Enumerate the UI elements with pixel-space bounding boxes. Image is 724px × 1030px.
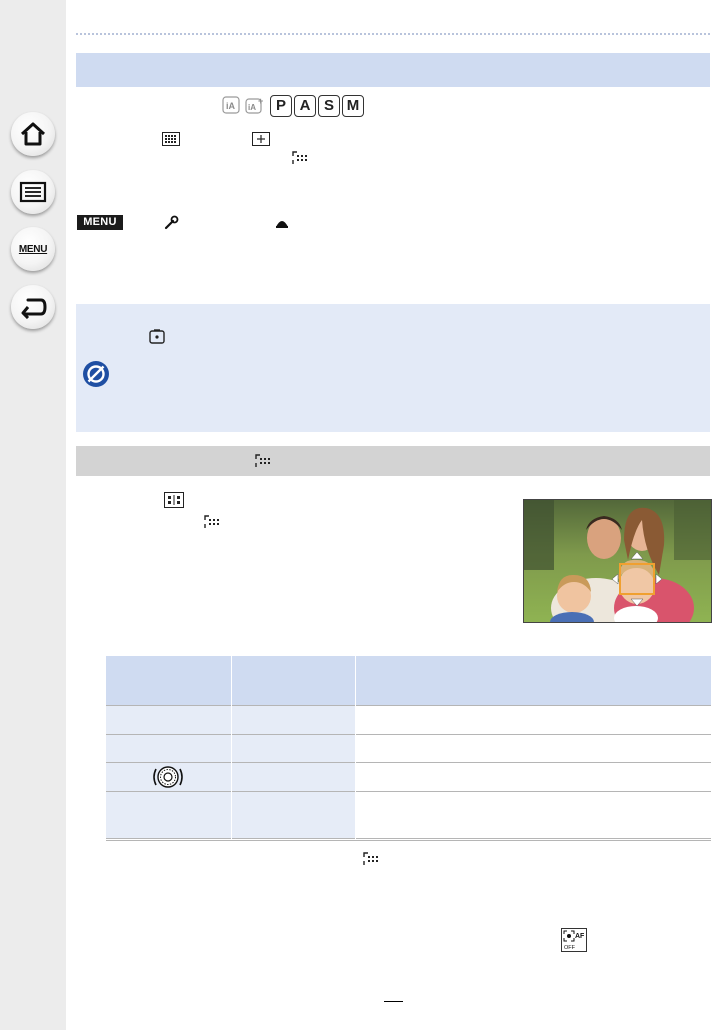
svg-text:iA: iA	[226, 101, 236, 111]
svg-text:OFF: OFF	[564, 945, 576, 951]
table-row	[106, 734, 711, 763]
subsection-bar	[76, 446, 710, 476]
not-available-icon	[83, 361, 109, 387]
mode-a-icon: A	[294, 95, 316, 117]
face-eye-detection-icon	[204, 515, 219, 528]
mode-m-icon: M	[342, 95, 364, 117]
table-header-cell	[231, 656, 357, 706]
table-cell	[231, 762, 357, 792]
table-cell	[355, 791, 711, 839]
operation-table	[106, 656, 711, 839]
top-rule	[76, 33, 710, 35]
face-eye-detection-icon	[363, 852, 378, 865]
back-icon	[21, 298, 47, 319]
table-cell	[355, 762, 711, 792]
table-cell	[106, 705, 232, 735]
table-bottom-rule	[106, 840, 711, 841]
custom-rec-icon	[276, 221, 288, 228]
page-number-rule	[384, 1001, 403, 1002]
face-eye-detection-icon	[255, 454, 270, 467]
face-eye-detection-icon	[292, 151, 307, 164]
table-cell	[231, 734, 357, 763]
table-cell	[355, 705, 711, 735]
table-cell	[106, 734, 232, 763]
table-row	[106, 705, 711, 735]
one-area-af-icon	[252, 132, 270, 146]
intelligent-auto-plus-icon: iA +	[245, 96, 263, 114]
table-cell	[106, 791, 232, 839]
home-icon	[20, 122, 46, 146]
table-row	[106, 791, 711, 839]
face-detect-af-off-icon: AF OFF	[561, 928, 587, 952]
face-detection-preview-image	[523, 499, 712, 623]
contents-button[interactable]	[11, 170, 55, 214]
contents-list-icon	[19, 181, 47, 203]
af-mode-button-icon	[164, 492, 184, 508]
menu-list-button[interactable]: MENU	[11, 227, 55, 271]
setup-wrench-icon	[164, 215, 179, 230]
mode-p-icon: P	[270, 95, 292, 117]
note-box	[76, 304, 710, 432]
svg-text:AF: AF	[575, 933, 585, 940]
multi-area-af-icon	[162, 132, 180, 146]
section-header-bar	[76, 53, 710, 87]
svg-text:+: +	[258, 96, 263, 106]
back-button[interactable]	[11, 285, 55, 329]
home-button[interactable]	[11, 112, 55, 156]
mode-s-icon: S	[318, 95, 340, 117]
rear-dial-icon	[153, 766, 184, 788]
menu-tag: MENU	[77, 215, 123, 230]
table-cell	[231, 705, 357, 735]
intelligent-auto-icon: iA	[222, 96, 240, 114]
table-cell	[355, 734, 711, 763]
sidebar-nav: MENU	[0, 0, 66, 1030]
table-cell	[106, 762, 232, 792]
table-header-cell	[355, 656, 711, 706]
table-header-row	[106, 656, 711, 706]
menu-list-icon: MENU	[18, 243, 48, 255]
table-row	[106, 762, 711, 792]
svg-text:iA: iA	[248, 103, 256, 112]
table-cell	[231, 791, 357, 839]
table-header-cell	[106, 656, 232, 706]
pinpoint-af-icon	[149, 329, 165, 344]
